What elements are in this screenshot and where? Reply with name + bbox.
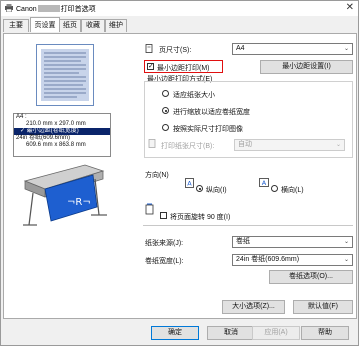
ok-button[interactable]: 确定 <box>151 326 199 340</box>
method-label-fit-roll: 进行缩放以适应卷纸宽度 <box>173 109 250 116</box>
print-size-label: 打印纸张尺寸(B): <box>161 143 215 150</box>
preview-text-lines <box>41 49 89 101</box>
chevron-down-icon: ⌄ <box>343 239 349 245</box>
orientation-title: 方向(N) <box>145 172 169 179</box>
help-button[interactable]: 帮助 <box>301 326 349 340</box>
print-size-value: 自动 <box>238 141 252 148</box>
divider <box>143 225 353 226</box>
chevron-down-icon: ⌄ <box>343 46 349 52</box>
paper-source-label: 纸张来源(J): <box>145 240 184 247</box>
tab-page-setup[interactable]: 页设置 <box>30 17 60 32</box>
print-size-icon <box>148 139 157 148</box>
roll-width-value: 24in 卷纸(609.6mm) <box>236 256 300 263</box>
landscape-icon: A <box>259 178 269 187</box>
svg-text:A: A <box>262 179 267 187</box>
svg-text:¬R¬: ¬R¬ <box>67 197 91 208</box>
settings-summary: A4 : 210.0 mm x 297.0 mm ✓ 最小边距(卷纸宽度) 24… <box>13 113 111 157</box>
method-radio-fit-roll[interactable] <box>162 107 169 114</box>
title-bar: Canon 打印首选项 ✕ <box>1 1 358 16</box>
summary-size: 210.0 mm x 297.0 mm <box>26 121 86 127</box>
tab-layout[interactable]: 纸页 <box>59 19 81 32</box>
chevron-down-icon: ⌄ <box>335 142 341 148</box>
paper-source-value: 卷纸 <box>236 238 250 245</box>
roll-width-select[interactable]: 24in 卷纸(609.6mm) ⌄ <box>232 254 353 266</box>
method-radio-fit-paper[interactable] <box>162 90 169 97</box>
defaults-button[interactable]: 默认值(F) <box>293 300 353 314</box>
landscape-radio[interactable] <box>271 185 278 192</box>
summary-roll: 24in 卷纸(609.6mm) <box>16 135 71 141</box>
page-size-select[interactable]: A4 ⌄ <box>232 43 353 55</box>
window-title: Canon 打印首选项 <box>16 5 96 13</box>
printer-app-icon <box>5 4 13 13</box>
print-size-select[interactable]: 自动 ⌄ <box>234 139 345 151</box>
printing-preferences-window: Canon 打印首选项 ✕ 主要 页设置 纸页 收藏 维护 A4 : 210.0 … <box>0 0 359 346</box>
close-button[interactable]: ✕ <box>346 2 354 13</box>
portrait-radio[interactable] <box>196 185 203 192</box>
borderless-settings-button[interactable]: 最小边距设置(I) <box>260 60 353 74</box>
portrait-icon: A <box>185 178 194 188</box>
tab-maintenance[interactable]: 维护 <box>105 19 127 32</box>
page-size-label: 页尺寸(S): <box>159 47 192 54</box>
summary-borderless: ✓ 最小边距(卷纸宽度) <box>14 128 110 135</box>
rotate-page-icon <box>145 203 155 215</box>
size-options-button[interactable]: 大小选项(Z)... <box>222 300 285 314</box>
borderless-label: 最小边距打印(M) <box>157 65 210 72</box>
portrait-label: 纵向(I) <box>206 187 227 194</box>
method-label-actual: 按照实际尺寸打印图像 <box>173 126 243 133</box>
method-label-fit-paper: 适应纸张大小 <box>173 92 215 99</box>
tab-main[interactable]: 主要 <box>3 19 29 32</box>
svg-text:A: A <box>187 180 192 188</box>
chevron-down-icon: ⌄ <box>343 257 349 263</box>
summary-roll-size: 609.6 mm x 863.8 mm <box>26 142 86 148</box>
summary-paper: A4 : <box>16 114 27 120</box>
landscape-label: 横向(L) <box>281 187 304 194</box>
page-size-icon <box>145 44 154 53</box>
tab-favorites[interactable]: 收藏 <box>81 19 105 32</box>
roll-options-button[interactable]: 卷纸选项(O)... <box>269 270 353 284</box>
roll-width-label: 卷纸宽度(L): <box>145 258 184 265</box>
apply-button[interactable]: 应用(A) <box>252 326 300 340</box>
cancel-button[interactable]: 取消 <box>207 326 255 340</box>
paper-source-select[interactable]: 卷纸 ⌄ <box>232 236 353 248</box>
printer-illustration: ¬R¬ <box>15 159 111 229</box>
method-radio-actual[interactable] <box>162 124 169 131</box>
page-size-value: A4 <box>236 45 245 52</box>
borderless-checkbox[interactable]: ✓ <box>147 63 154 70</box>
rotate-checkbox[interactable] <box>160 212 167 219</box>
rotate-label: 将页面旋转 90 度(I) <box>170 214 231 221</box>
page-preview <box>36 44 94 106</box>
